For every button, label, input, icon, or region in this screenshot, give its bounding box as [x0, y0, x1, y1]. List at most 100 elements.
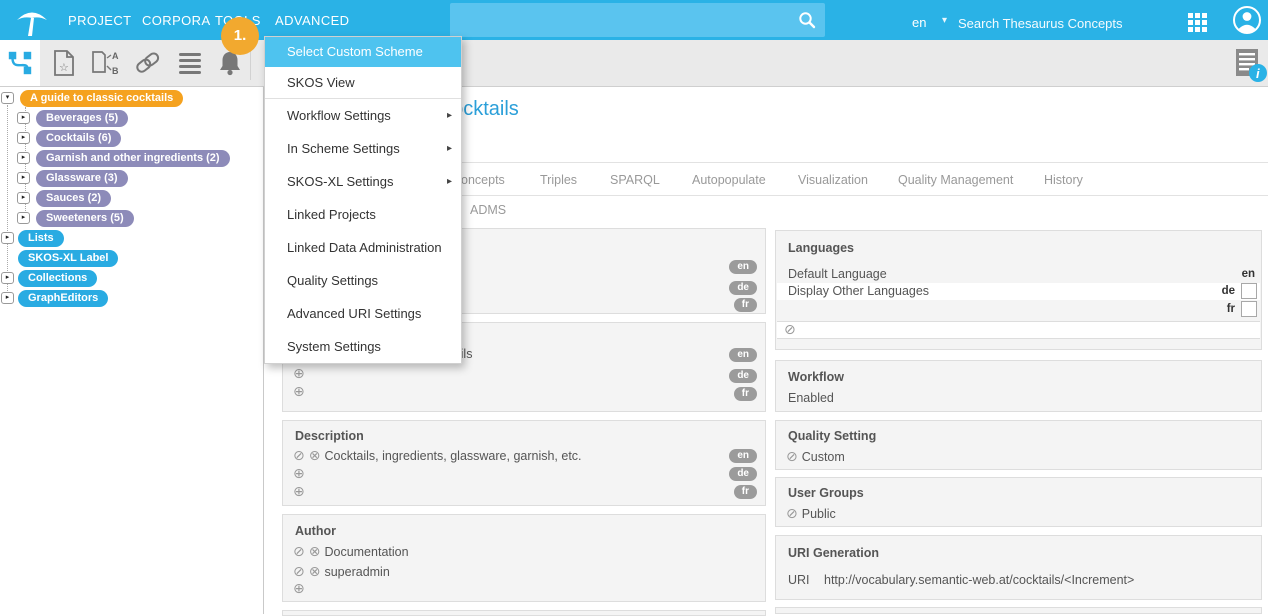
edit-icon[interactable]: ⊘: [786, 449, 798, 465]
menu-item-in-scheme-settings[interactable]: In Scheme Settings▸: [265, 132, 461, 165]
step-number-badge: 1.: [221, 17, 259, 55]
edit-icon[interactable]: ⊘: [293, 448, 305, 464]
tree-item-sweeteners[interactable]: Sweeteners (5): [36, 210, 134, 227]
document-star-icon: ☆: [52, 49, 76, 77]
user-groups-value-row: ⊘ Public: [786, 505, 836, 523]
tree-guide-line: [7, 105, 8, 297]
tree-item-sauces[interactable]: Sauces (2): [36, 190, 111, 207]
tab-autopopulate[interactable]: Autopopulate: [692, 163, 766, 197]
menu-item-skos-view[interactable]: SKOS View: [265, 67, 461, 98]
menu-item-system-settings[interactable]: System Settings: [265, 330, 461, 363]
tree-view-button[interactable]: [0, 40, 40, 86]
user-account-icon[interactable]: [1232, 5, 1262, 35]
document-star-button[interactable]: ☆: [44, 40, 84, 86]
remove-icon[interactable]: ⊗: [309, 564, 321, 580]
tree-item-collections[interactable]: Collections: [18, 270, 97, 287]
poolparty-logo-icon[interactable]: [13, 4, 51, 38]
svg-text:B: B: [112, 66, 119, 76]
tree-toggle[interactable]: ▸: [17, 192, 30, 204]
tree-item-lists[interactable]: Lists: [18, 230, 64, 247]
language-checkbox-fr[interactable]: [1241, 301, 1257, 317]
list-icon: [177, 51, 203, 75]
tree-item-grapheditors[interactable]: GraphEditors: [18, 290, 108, 307]
lang-badge-en: en: [729, 260, 757, 274]
chevron-down-icon[interactable]: ▾: [942, 15, 947, 26]
tab-sparql[interactable]: SPARQL: [610, 163, 660, 197]
tree-item-garnish[interactable]: Garnish and other ingredients (2): [36, 150, 230, 167]
remove-icon[interactable]: ⊗: [309, 448, 321, 464]
tree-toggle-root[interactable]: ▾: [1, 92, 14, 104]
quality-value-row: ⊘Custom: [786, 448, 845, 466]
svg-text:A: A: [112, 51, 119, 61]
project-info-button[interactable]: i: [1234, 47, 1264, 81]
menu-item-linked-projects[interactable]: Linked Projects: [265, 198, 461, 231]
description-value: Cocktails, ingredients, glassware, garni…: [324, 449, 581, 463]
tree-item-skos-xl-label[interactable]: SKOS-XL Label: [18, 250, 118, 267]
lang-badge-fr: fr: [734, 298, 757, 312]
menu-advanced[interactable]: ADVANCED: [275, 13, 349, 28]
tree-toggle[interactable]: ▸: [1, 272, 14, 284]
menu-item-skos-xl-settings[interactable]: SKOS-XL Settings▸: [265, 165, 461, 198]
menu-project[interactable]: PROJECT: [68, 13, 131, 28]
advanced-menu-dropdown: Select Custom Scheme SKOS View Workflow …: [264, 36, 462, 364]
workflow-panel: Workflow Enabled: [775, 360, 1262, 412]
tree-toggle[interactable]: ▸: [17, 112, 30, 124]
user-groups-value: Public: [802, 507, 836, 521]
top-navigation-bar: PROJECT CORPORA TOOLS ADVANCED en ▾: [0, 0, 1268, 40]
next-panel-edge: [775, 607, 1262, 614]
description-value-row: ⊘⊗Cocktails, ingredients, glassware, gar…: [293, 447, 582, 465]
author-value: Documentation: [324, 545, 408, 559]
svg-text:☆: ☆: [59, 62, 69, 74]
edit-icon[interactable]: ⊘: [786, 506, 798, 522]
edit-icon[interactable]: ⊘: [293, 564, 305, 580]
language-checkbox-de[interactable]: [1241, 283, 1257, 299]
tab-visualization[interactable]: Visualization: [798, 163, 868, 197]
author-panel: Author ⊘⊗Documentation ⊘⊗superadmin ⊕: [282, 514, 766, 602]
tree-item-glassware[interactable]: Glassware (3): [36, 170, 128, 187]
quality-setting-panel: Quality Setting ⊘Custom: [775, 420, 1262, 470]
apps-grid-icon[interactable]: [1188, 13, 1211, 36]
tree-toggle[interactable]: ▸: [17, 212, 30, 224]
tree-toggle[interactable]: ▸: [17, 132, 30, 144]
add-icon[interactable]: ⊕: [293, 485, 305, 499]
menu-item-linked-data-administration[interactable]: Linked Data Administration: [265, 231, 461, 264]
search-icon[interactable]: [798, 11, 816, 29]
tree-item-cocktails[interactable]: Cocktails (6): [36, 130, 121, 147]
tab-quality-management[interactable]: Quality Management: [898, 163, 1013, 197]
tab-triples[interactable]: Triples: [540, 163, 577, 197]
add-icon[interactable]: ⊕: [293, 367, 305, 381]
workflow-value: Enabled: [788, 391, 834, 405]
tree-toggle[interactable]: ▸: [1, 292, 14, 304]
lang-badge-fr: fr: [734, 485, 757, 499]
panel-header: Author: [295, 524, 336, 538]
edit-icon[interactable]: ⊘: [293, 544, 305, 560]
panel-header: User Groups: [788, 486, 864, 500]
tree-toggle[interactable]: ▸: [17, 172, 30, 184]
remove-icon[interactable]: ⊗: [309, 544, 321, 560]
description-panel: Description ⊘⊗Cocktails, ingredients, gl…: [282, 420, 766, 506]
panel-header: Languages: [788, 241, 854, 255]
add-icon[interactable]: ⊕: [293, 582, 305, 596]
edit-icon[interactable]: ⊘: [784, 323, 796, 337]
search-language-selector[interactable]: en: [912, 15, 926, 30]
tree-toggle[interactable]: ▸: [1, 232, 14, 244]
tree-root-project[interactable]: A guide to classic cocktails: [20, 90, 183, 107]
tab-adms[interactable]: ADMS: [470, 203, 506, 217]
classification-button[interactable]: A B: [85, 40, 125, 86]
menu-item-quality-settings[interactable]: Quality Settings: [265, 264, 461, 297]
add-icon[interactable]: ⊕: [293, 385, 305, 399]
menu-item-select-custom-scheme[interactable]: Select Custom Scheme: [265, 37, 461, 67]
menu-corpora[interactable]: CORPORA: [142, 13, 211, 28]
list-button[interactable]: [170, 40, 210, 86]
next-panel-edge: [282, 610, 766, 616]
tree-toggle[interactable]: ▸: [17, 152, 30, 164]
lang-badge-de: de: [729, 467, 757, 481]
languages-panel: Languages Default Language en Display Ot…: [775, 230, 1262, 350]
tree-item-beverages[interactable]: Beverages (5): [36, 110, 128, 127]
link-button[interactable]: [128, 40, 168, 86]
add-icon[interactable]: ⊕: [293, 467, 305, 481]
menu-item-workflow-settings[interactable]: Workflow Settings▸: [265, 99, 461, 132]
svg-text:i: i: [1256, 66, 1260, 81]
tab-history[interactable]: History: [1044, 163, 1083, 197]
menu-item-advanced-uri-settings[interactable]: Advanced URI Settings: [265, 297, 461, 330]
